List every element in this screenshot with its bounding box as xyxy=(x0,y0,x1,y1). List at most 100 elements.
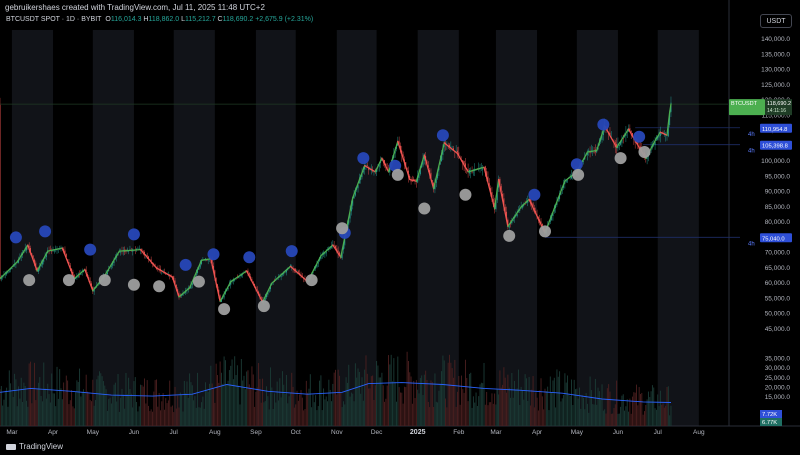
swing-low-marker[interactable] xyxy=(257,300,270,313)
volume-bar xyxy=(474,402,476,426)
volume-bar xyxy=(153,391,155,426)
volume-bar xyxy=(45,398,47,426)
volume-bar xyxy=(445,398,447,426)
volume-bar xyxy=(128,377,130,426)
volume-bar xyxy=(397,356,399,426)
volume-bar xyxy=(178,407,180,426)
last-price-symbol: BTCUSDT xyxy=(731,101,758,107)
volume-bar xyxy=(278,400,279,426)
swing-high-marker[interactable] xyxy=(127,228,140,241)
swing-low-marker[interactable] xyxy=(192,275,205,288)
swing-high-marker[interactable] xyxy=(633,130,646,143)
volume-bar xyxy=(230,365,232,426)
volume-bar xyxy=(63,382,65,426)
volume-bar xyxy=(303,410,305,426)
month-band xyxy=(255,30,296,426)
swing-low-marker[interactable] xyxy=(218,303,231,316)
swing-high-marker[interactable] xyxy=(436,129,449,142)
swing-low-marker[interactable] xyxy=(459,188,472,201)
swing-high-marker[interactable] xyxy=(39,225,52,238)
volume-bar xyxy=(500,387,502,426)
swing-low-marker[interactable] xyxy=(503,229,516,242)
volume-bar xyxy=(89,399,91,426)
volume-bar xyxy=(352,393,354,426)
swing-high-marker[interactable] xyxy=(243,251,256,264)
volume-bar xyxy=(515,389,517,426)
swing-high-marker[interactable] xyxy=(597,118,610,131)
candle-body xyxy=(137,248,139,250)
x-tick-label: May xyxy=(87,429,100,436)
volume-bar xyxy=(519,404,521,426)
swing-high-marker[interactable] xyxy=(179,258,192,271)
volume-bar xyxy=(441,371,443,426)
volume-bar xyxy=(471,407,473,426)
swing-high-marker[interactable] xyxy=(84,243,97,256)
volume-bar xyxy=(378,377,380,426)
volume-bar xyxy=(529,405,531,426)
volume-bar xyxy=(274,393,275,426)
x-tick-label: Feb xyxy=(453,429,465,436)
volume-bar xyxy=(319,380,321,426)
volume-bar xyxy=(451,368,453,426)
swing-high-marker[interactable] xyxy=(357,152,370,165)
volume-bar xyxy=(366,373,368,426)
volume-bar xyxy=(661,404,663,426)
volume-bar xyxy=(179,392,181,426)
volume-bar xyxy=(665,405,667,426)
swing-low-marker[interactable] xyxy=(418,202,431,215)
swing-high-marker[interactable] xyxy=(528,188,541,201)
volume-bar xyxy=(392,381,393,426)
volume-bar xyxy=(2,405,4,426)
swing-low-marker[interactable] xyxy=(98,274,111,287)
volume-bar xyxy=(64,391,66,426)
swing-low-marker[interactable] xyxy=(127,278,140,291)
swing-high-marker[interactable] xyxy=(207,248,220,261)
volume-bar xyxy=(289,393,291,426)
volume-bar xyxy=(598,391,600,426)
volume-bar xyxy=(205,382,207,426)
swing-low-marker[interactable] xyxy=(62,274,75,287)
swing-low-marker[interactable] xyxy=(539,225,552,238)
volume-bar xyxy=(377,365,379,426)
volume-bar xyxy=(43,362,45,426)
volume-bar xyxy=(406,351,408,426)
swing-low-marker[interactable] xyxy=(153,280,166,293)
swing-high-marker[interactable] xyxy=(285,245,298,258)
volume-bar xyxy=(528,376,530,426)
volume-bar xyxy=(409,372,411,426)
volume-bar xyxy=(458,376,460,426)
volume-bar xyxy=(41,401,43,426)
swing-low-marker[interactable] xyxy=(391,168,404,181)
swing-low-marker[interactable] xyxy=(23,274,36,287)
swing-low-marker[interactable] xyxy=(614,152,627,165)
swing-high-marker[interactable] xyxy=(9,231,22,244)
swing-low-marker[interactable] xyxy=(638,146,651,159)
volume-bar xyxy=(354,363,356,426)
volume-bar xyxy=(393,358,395,426)
volume-bar xyxy=(600,399,602,426)
volume-bar xyxy=(633,392,635,426)
volume-bar xyxy=(616,380,618,426)
volume-bar xyxy=(422,395,424,426)
volume-bar xyxy=(419,378,421,426)
volume-bar xyxy=(646,399,648,426)
swing-low-marker[interactable] xyxy=(572,168,585,181)
volume-bar xyxy=(657,394,659,426)
volume-bar xyxy=(569,396,571,426)
swing-low-marker[interactable] xyxy=(336,222,349,235)
volume-bar xyxy=(495,404,497,426)
volume-bar xyxy=(514,380,515,426)
price-chart[interactable]: 140,000.0135,000.0130,000.0125,000.0120,… xyxy=(0,0,800,455)
volume-bar xyxy=(425,370,427,426)
volume-bar xyxy=(450,362,452,426)
swing-high-marker[interactable] xyxy=(570,158,583,171)
volume-bar xyxy=(629,398,631,426)
volume-bar xyxy=(311,407,313,426)
volume-bar xyxy=(510,397,511,426)
y-tick-label: 60,000.0 xyxy=(765,280,791,287)
volume-bar xyxy=(625,406,627,426)
volume-bar xyxy=(561,398,563,426)
swing-low-marker[interactable] xyxy=(305,274,318,287)
volume-bar xyxy=(106,410,108,426)
volume-bar xyxy=(479,384,481,426)
